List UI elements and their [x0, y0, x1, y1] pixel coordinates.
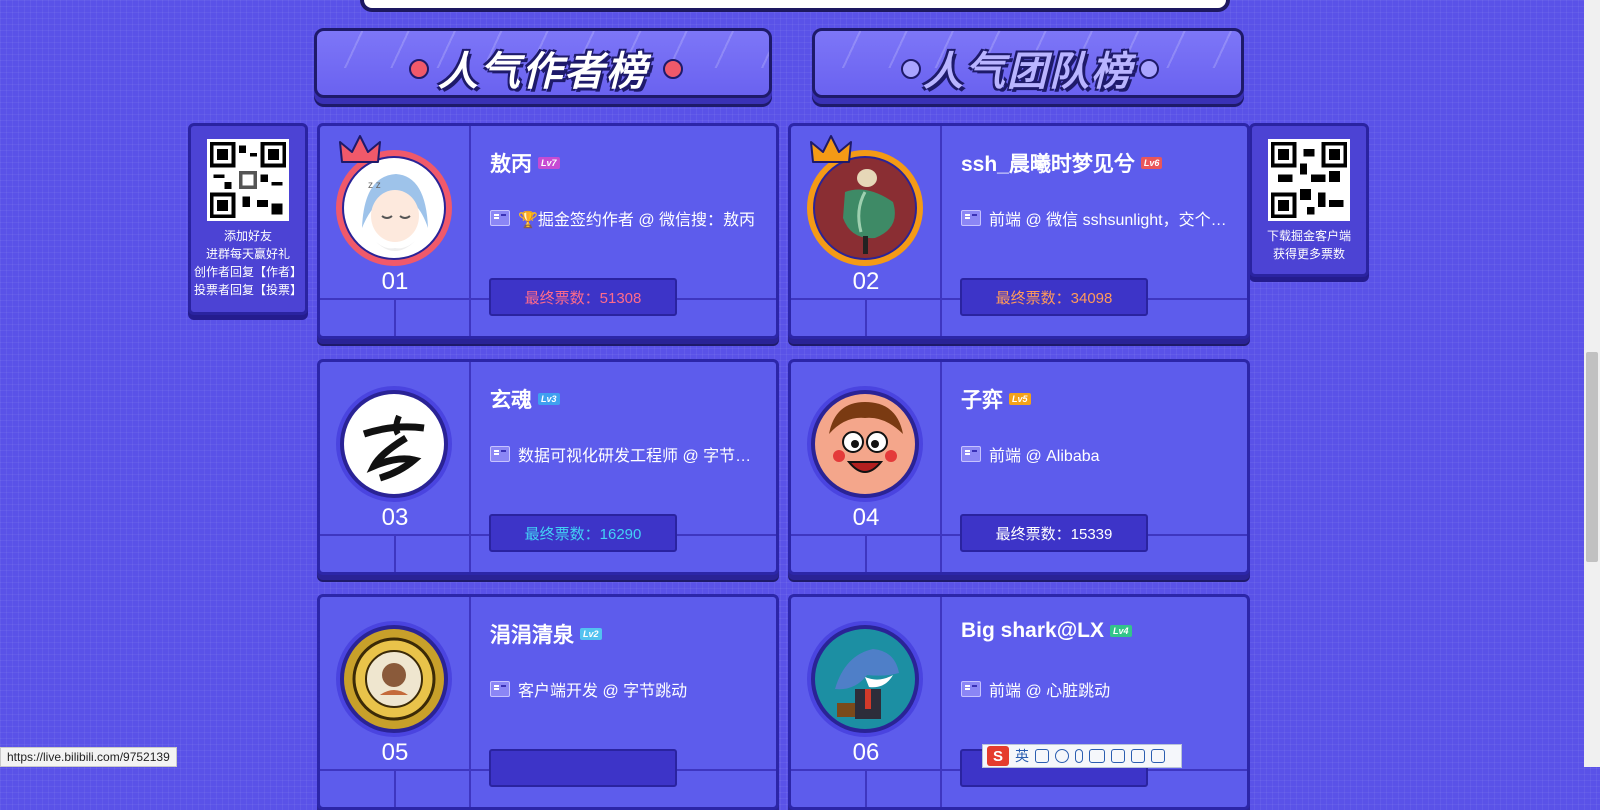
author-name[interactable]: Big shark@LX: [961, 619, 1104, 643]
ime-mode[interactable]: 英: [1015, 746, 1029, 766]
id-card-icon: [961, 210, 981, 226]
avatar[interactable]: [336, 621, 452, 737]
qr-code-icon: [207, 139, 289, 221]
author-name[interactable]: 子弈: [961, 384, 1003, 414]
divider: [865, 771, 867, 807]
avatar[interactable]: [807, 386, 923, 502]
level-badge: Lv3: [538, 393, 560, 405]
divider: [469, 597, 471, 807]
rank-number: 04: [852, 504, 880, 531]
rank-number: 02: [852, 268, 880, 295]
divider: [394, 300, 396, 336]
vote-count-button[interactable]: [489, 749, 677, 787]
panel-line: 添加好友: [223, 229, 272, 243]
wechat-qr-panel: 添加好友 进群每天赢好礼 创作者回复【作者】 投票者回复【投票】: [188, 123, 308, 315]
vote-count-button[interactable]: 最终票数：15339: [960, 514, 1148, 552]
rank-number: 01: [381, 268, 409, 295]
painting-figure-icon: [815, 158, 915, 258]
author-description: 客户端开发 @ 字节跳动: [518, 683, 688, 700]
divider: [469, 362, 471, 572]
author-name[interactable]: 敖丙: [490, 148, 532, 178]
author-description: 🏆掘金签约作者 @ 微信搜：敖丙: [518, 212, 756, 229]
author-description: 前端 @ Alibaba: [989, 448, 1100, 465]
skin-icon[interactable]: [1131, 749, 1145, 763]
scrollbar-track[interactable]: [1584, 0, 1600, 767]
rank-number: 06: [852, 739, 880, 766]
tab-popular-authors[interactable]: 人气作者榜: [314, 28, 772, 98]
rank-number: 05: [381, 739, 409, 766]
vote-count-button[interactable]: 最终票数：51308: [489, 278, 677, 316]
author-card[interactable]: 04 子弈 Lv5 前端 @ Alibaba 最终票数：15339: [788, 359, 1250, 575]
author-description: 前端 @ 心脏跳动: [989, 683, 1111, 700]
rank-number: 03: [381, 504, 409, 531]
author-card[interactable]: 05 涓涓清泉 Lv2 客户端开发 @ 字节跳动: [317, 594, 779, 810]
author-name[interactable]: 涓涓清泉: [490, 619, 574, 649]
ime-toolbar[interactable]: S 英: [982, 744, 1182, 768]
author-description: 数据可视化研发工程师 @ 字节…: [518, 448, 752, 465]
shark-icon: [815, 629, 915, 729]
app-download-panel: 下载掘金客户端 获得更多票数: [1249, 123, 1369, 277]
top-panel-edge: [360, 0, 1230, 12]
id-card-icon: [961, 681, 981, 697]
divider: [394, 771, 396, 807]
avatar[interactable]: [336, 386, 452, 502]
panel-line: 投票者回复【投票】: [193, 283, 302, 297]
author-name[interactable]: 玄魂: [490, 384, 532, 414]
author-card[interactable]: 02 ssh_晨曦时梦见兮 Lv6 前端 @ 微信 sshsunlight，交个… 最终…: [788, 123, 1250, 339]
svg-text:z z: z z: [368, 180, 381, 191]
scrollbar-thumb[interactable]: [1586, 352, 1598, 562]
divider: [469, 126, 471, 336]
microphone-icon[interactable]: [1075, 749, 1083, 763]
panel-line: 下载掘金客户端: [1266, 229, 1351, 243]
author-card[interactable]: z z 01 敖丙 Lv7 🏆掘金签约作者 @ 微信搜：敖丙最终票数：51308: [317, 123, 779, 339]
qr-code-icon: [1268, 139, 1350, 221]
id-card-icon: [490, 446, 510, 462]
author-description: 前端 @ 微信 sshsunlight，交个…: [989, 212, 1227, 229]
status-bar-url: https://live.bilibili.com/9752139: [0, 747, 177, 767]
keyboard-icon[interactable]: [1089, 749, 1105, 763]
divider: [394, 536, 396, 572]
divider: [940, 597, 942, 807]
tab-popular-teams[interactable]: 人气团队榜: [812, 28, 1244, 98]
crown-icon: [339, 135, 381, 163]
ime-logo-icon[interactable]: S: [987, 746, 1009, 766]
vote-count-button[interactable]: 最终票数：16290: [489, 514, 677, 552]
id-card-icon: [490, 210, 510, 226]
punctuation-icon[interactable]: [1035, 749, 1049, 763]
tab-label: 人气作者榜: [438, 50, 648, 94]
divider: [865, 300, 867, 336]
level-badge: Lv4: [1110, 625, 1132, 637]
id-card-icon: [961, 446, 981, 462]
divider: [940, 126, 942, 336]
author-name[interactable]: ssh_晨曦时梦见兮: [961, 148, 1135, 178]
tab-dot-right: [1139, 59, 1159, 79]
emoji-icon[interactable]: [1055, 749, 1069, 763]
university-seal-icon: [344, 629, 444, 729]
level-badge: Lv6: [1140, 157, 1163, 169]
tab-dot-right: [663, 59, 683, 79]
level-badge: Lv7: [538, 157, 560, 169]
vote-count-button[interactable]: 最终票数：34098: [960, 278, 1148, 316]
id-card-icon: [490, 681, 510, 697]
author-card[interactable]: 06 Big shark@LX Lv4 前端 @ 心脏跳动: [788, 594, 1250, 810]
anime-character-icon: z z: [344, 158, 444, 258]
level-badge: Lv2: [580, 628, 602, 640]
cartoon-face-icon: [815, 394, 915, 494]
panel-line: 创作者回复【作者】: [193, 265, 302, 279]
panel-line: 进群每天赢好礼: [205, 247, 290, 261]
crown-icon: [810, 135, 852, 163]
user-icon[interactable]: [1111, 749, 1125, 763]
panel-line: 获得更多票数: [1272, 247, 1345, 261]
author-card[interactable]: 03 玄魂 Lv3 数据可视化研发工程师 @ 字节… 最终票数：16290: [317, 359, 779, 575]
grid-icon[interactable]: [1151, 749, 1165, 763]
calligraphy-icon: [344, 394, 444, 494]
divider: [865, 536, 867, 572]
level-badge: Lv5: [1009, 393, 1031, 405]
divider: [940, 362, 942, 572]
avatar[interactable]: [807, 621, 923, 737]
tab-label: 人气团队榜: [923, 50, 1133, 94]
